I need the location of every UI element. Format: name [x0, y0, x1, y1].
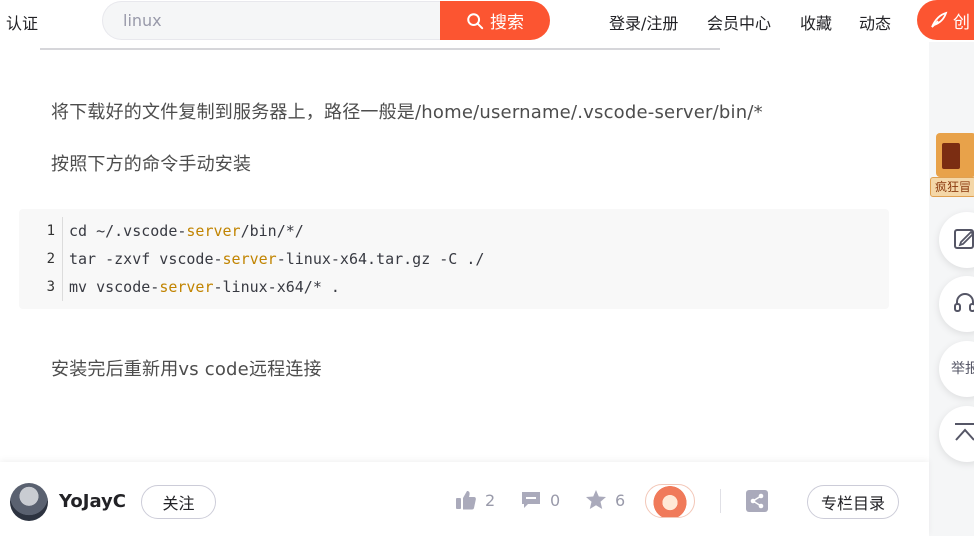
line-number: 2: [46, 251, 55, 267]
comment-count: 0: [550, 490, 561, 510]
login-register-link[interactable]: 登录/注册: [609, 10, 678, 34]
back-to-top-icon: [955, 423, 974, 441]
article-paragraph: 按照下方的命令手动安装: [51, 154, 252, 175]
code-block: 1 cd ~/.vscode-server/bin/*/ 2 tar -zxvf…: [19, 209, 889, 309]
search-button-label: 搜索: [490, 13, 524, 33]
favorites-link[interactable]: 收藏: [800, 10, 832, 34]
comment-button[interactable]: 0: [520, 489, 560, 511]
column-toc-button[interactable]: 专栏目录: [807, 485, 899, 519]
code-text: tar -zxvf vscode-server-linux-x64.tar.gz…: [69, 250, 485, 268]
line-number: 1: [46, 223, 55, 239]
author-name[interactable]: YoJayC: [59, 491, 126, 512]
content-divider: [40, 48, 720, 50]
pen-icon: [931, 11, 948, 28]
favorite-count: 6: [615, 490, 626, 510]
activity-link[interactable]: 动态: [859, 10, 891, 34]
favorite-icon: [586, 490, 606, 509]
reward-badge[interactable]: [645, 484, 695, 518]
create-button-label: 创: [953, 12, 970, 33]
report-label: 举报: [951, 361, 974, 377]
like-icon: [456, 491, 476, 510]
create-button[interactable]: 创: [917, 0, 974, 40]
member-center-link[interactable]: 会员中心: [707, 10, 771, 34]
code-line: 1 cd ~/.vscode-server/bin/*/: [19, 217, 889, 245]
promo-label: 疯狂冒: [930, 177, 974, 197]
line-number: 3: [46, 279, 55, 295]
search-button[interactable]: 搜索: [440, 1, 550, 40]
like-button[interactable]: 2: [455, 489, 495, 511]
promo-banner[interactable]: 疯狂冒: [930, 127, 974, 199]
search-icon: [467, 12, 484, 29]
favorite-button[interactable]: 6: [585, 489, 625, 511]
search-bar: 搜索: [102, 1, 550, 40]
author-avatar[interactable]: [10, 483, 48, 521]
edit-icon: [954, 229, 974, 249]
bottom-toolbar: YoJayC 关注 2 0 6 专栏目录: [0, 462, 929, 536]
share-icon[interactable]: [746, 490, 768, 512]
article-paragraph: 安装完后重新用vs code远程连接: [51, 359, 322, 380]
toolbar-separator: [720, 489, 721, 513]
comment-icon: [522, 492, 540, 508]
top-navbar: 认证 搜索 登录/注册 会员中心 收藏 动态 创: [0, 0, 974, 42]
certification-link[interactable]: 认证: [6, 10, 38, 34]
article-paragraph: 将下载好的文件复制到服务器上，路径一般是/home/username/.vsco…: [51, 102, 763, 123]
headset-icon: [954, 293, 974, 312]
like-count: 2: [485, 490, 496, 510]
code-text: cd ~/.vscode-server/bin/*/: [69, 222, 304, 240]
code-text: mv vscode-server-linux-x64/* .: [69, 278, 340, 296]
code-line: 3 mv vscode-server-linux-x64/* .: [19, 273, 889, 301]
code-line: 2 tar -zxvf vscode-server-linux-x64.tar.…: [19, 245, 889, 273]
promo-image: [936, 133, 974, 177]
follow-button[interactable]: 关注: [141, 485, 216, 519]
search-input[interactable]: [102, 1, 462, 40]
